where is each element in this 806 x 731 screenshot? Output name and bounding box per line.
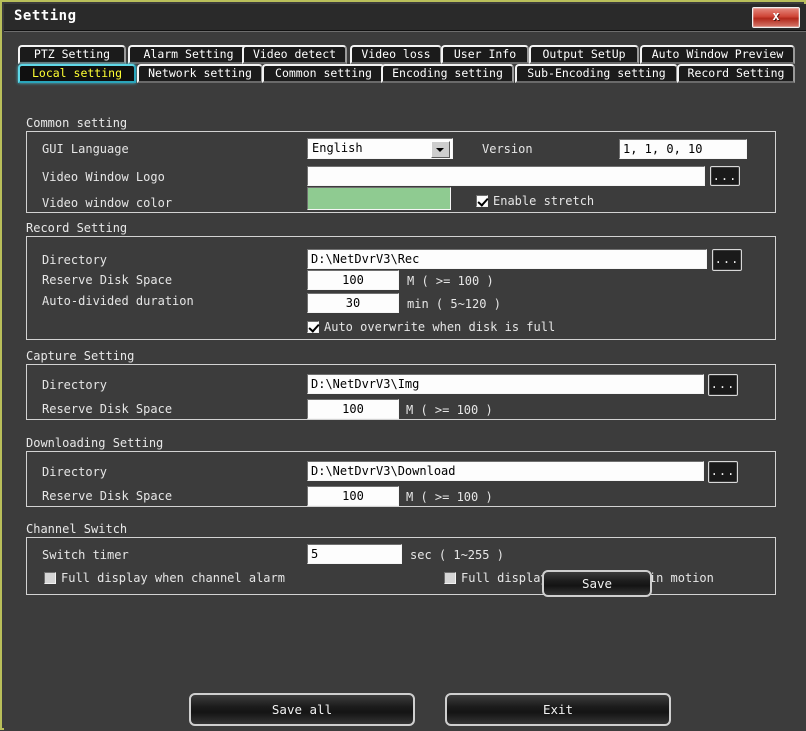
tab-ptz-setting[interactable]: PTZ Setting: [18, 45, 126, 64]
auto-overwrite-label: Auto overwrite when disk is full: [324, 320, 556, 334]
record-reserve-disk-space-input[interactable]: [307, 270, 399, 290]
tab-sub-encoding-setting[interactable]: Sub-Encoding setting: [515, 64, 678, 83]
label-auto-divided-duration: Auto-divided duration: [42, 294, 194, 308]
tab-record-setting[interactable]: Record Setting: [677, 64, 795, 83]
group-label-record-setting: Record Setting: [26, 221, 128, 235]
close-button[interactable]: x: [752, 7, 800, 28]
record-directory-browse-button[interactable]: ...: [712, 249, 742, 271]
tab-local-setting[interactable]: Local setting: [18, 64, 136, 83]
downloading-reserve-disk-space-input[interactable]: [307, 486, 399, 506]
suffix-switch-timer: sec ( 1~255 ): [410, 548, 504, 562]
window-title: Setting: [14, 8, 77, 24]
label-version: Version: [482, 142, 533, 156]
suffix-record-reserve: M ( >= 100 ): [407, 274, 494, 288]
label-video-window-color: Video window color: [42, 196, 173, 210]
tab-alarm-setting[interactable]: Alarm Setting: [128, 45, 249, 64]
content-area: PTZ Setting Alarm Setting Video detect Vide…: [4, 31, 806, 731]
label-downloading-reserve-disk-space: Reserve Disk Space: [42, 489, 173, 503]
auto-divided-duration-input[interactable]: [307, 293, 399, 313]
label-switch-timer: Switch timer: [42, 548, 129, 562]
tab-network-setting[interactable]: Network setting: [137, 64, 263, 83]
label-record-directory: Directory: [42, 253, 108, 267]
tab-encoding-setting[interactable]: Encoding setting: [381, 64, 514, 83]
capture-directory-browse-button[interactable]: ...: [708, 374, 738, 396]
group-label-downloading-setting: Downloading Setting: [26, 436, 164, 450]
video-window-logo-browse-button[interactable]: ...: [710, 166, 740, 186]
gui-language-combobox[interactable]: English: [307, 138, 453, 159]
tab-user-info[interactable]: User Info: [441, 45, 529, 64]
tab-auto-window-preview[interactable]: Auto Window Preview: [640, 45, 795, 64]
suffix-capture-reserve: M ( >= 100 ): [406, 403, 493, 417]
checkbox-icon-checked: [476, 195, 488, 207]
label-video-window-logo: Video Window Logo: [42, 170, 165, 184]
label-downloading-directory: Directory: [42, 465, 108, 479]
group-label-common-setting: Common setting: [26, 116, 128, 130]
enable-stretch-checkbox[interactable]: Enable stretch: [476, 194, 594, 208]
checkbox-icon-unchecked: [444, 572, 456, 584]
suffix-downloading-reserve: M ( >= 100 ): [406, 490, 493, 504]
full-display-alarm-label: Full display when channel alarm: [61, 571, 285, 585]
video-window-color-swatch[interactable]: [307, 187, 451, 210]
tab-output-setup[interactable]: Output SetUp: [529, 45, 639, 64]
tab-video-detect[interactable]: Video detect: [242, 45, 347, 64]
group-label-channel-switch: Channel Switch: [26, 522, 128, 536]
label-gui-language: GUI Language: [42, 142, 129, 156]
group-label-capture-setting: Capture Setting: [26, 349, 135, 363]
video-window-logo-input[interactable]: [307, 166, 705, 186]
downloading-directory-input[interactable]: [307, 461, 704, 481]
save-button[interactable]: Save: [542, 570, 652, 597]
close-icon: x: [772, 9, 780, 23]
capture-directory-input[interactable]: [307, 374, 704, 394]
label-capture-reserve-disk-space: Reserve Disk Space: [42, 402, 173, 416]
setting-window: Setting x PTZ Setting Alarm Setting Video …: [0, 0, 806, 731]
tab-video-loss[interactable]: Video loss: [350, 45, 442, 64]
full-display-alarm-checkbox[interactable]: Full display when channel alarm: [44, 571, 285, 585]
chevron-down-icon[interactable]: [431, 141, 450, 158]
enable-stretch-label: Enable stretch: [493, 194, 595, 208]
save-all-button[interactable]: Save all: [189, 693, 415, 726]
checkbox-icon-unchecked: [44, 572, 56, 584]
record-directory-input[interactable]: [307, 249, 707, 269]
switch-timer-input[interactable]: [307, 544, 402, 564]
downloading-directory-browse-button[interactable]: ...: [708, 461, 738, 483]
title-bar: Setting x: [4, 4, 806, 31]
exit-button[interactable]: Exit: [445, 693, 671, 726]
checkbox-icon-checked: [307, 321, 319, 333]
label-capture-directory: Directory: [42, 378, 108, 392]
tab-common-setting[interactable]: Common setting: [262, 64, 385, 83]
capture-reserve-disk-space-input[interactable]: [307, 399, 399, 419]
auto-overwrite-checkbox[interactable]: Auto overwrite when disk is full: [307, 320, 555, 334]
gui-language-value: English: [312, 141, 363, 155]
label-record-reserve-disk-space: Reserve Disk Space: [42, 273, 173, 287]
suffix-auto-divided-duration: min ( 5~120 ): [407, 297, 501, 311]
version-value-field: [619, 139, 747, 159]
